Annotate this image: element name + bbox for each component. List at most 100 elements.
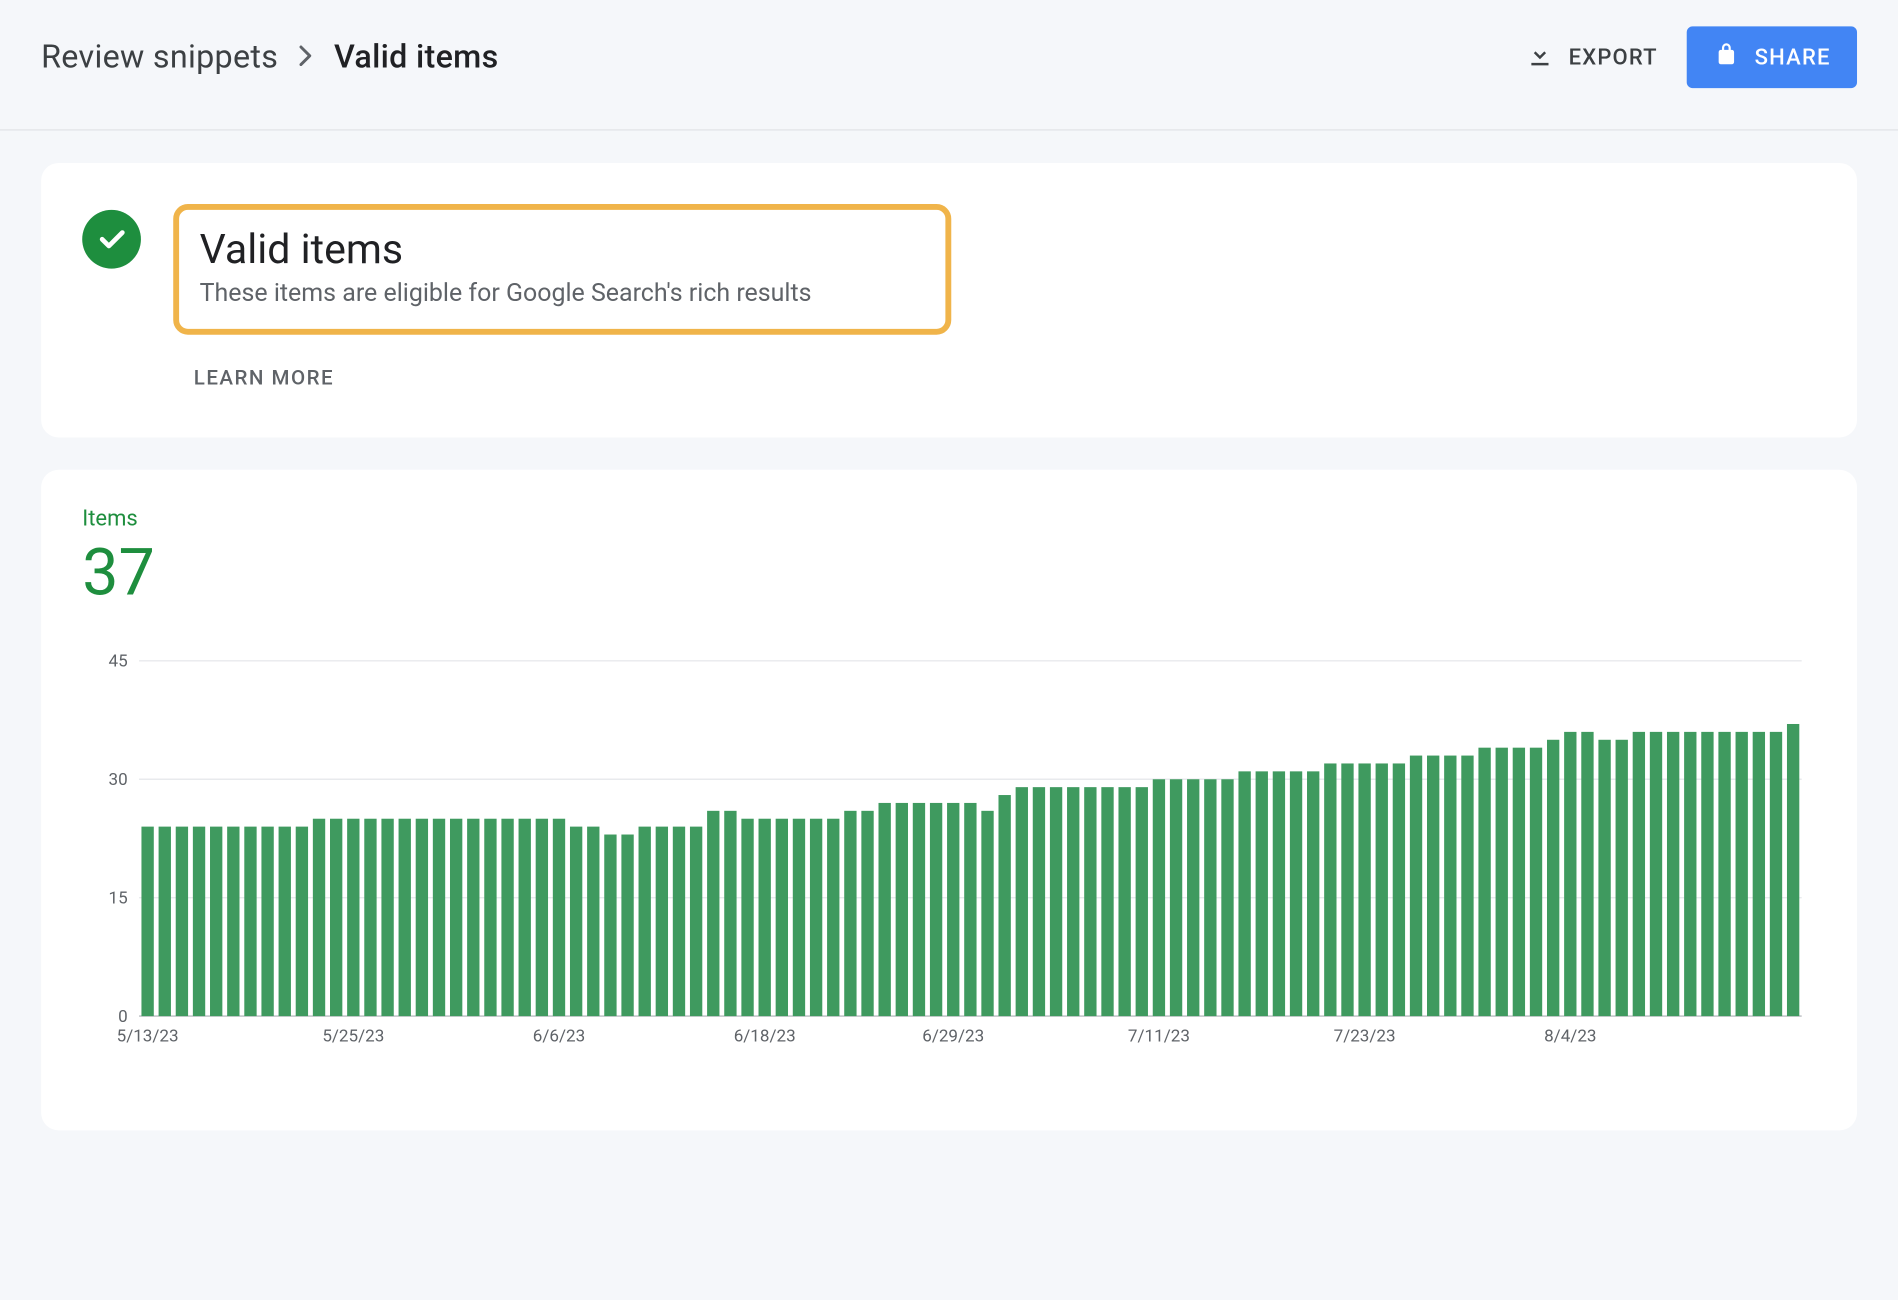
chart-bar	[313, 819, 325, 1016]
chart-bar	[947, 803, 959, 1016]
chart-bar	[1684, 732, 1696, 1016]
chart-bar	[1598, 740, 1610, 1016]
chart-bar	[1101, 787, 1113, 1016]
chart-bar	[793, 819, 805, 1016]
chart-bar	[1136, 787, 1148, 1016]
chart-bar	[1616, 740, 1628, 1016]
export-button[interactable]: EXPORT	[1525, 40, 1658, 75]
chart-bar	[193, 827, 205, 1016]
chart-bar	[896, 803, 908, 1016]
download-icon	[1525, 40, 1554, 75]
chart-bar	[467, 819, 479, 1016]
chart-bar	[1033, 787, 1045, 1016]
chart-bar	[1324, 763, 1336, 1016]
chart-bar	[1581, 732, 1593, 1016]
x-tick-label: 7/11/23	[1128, 1027, 1190, 1047]
chart-bar	[604, 835, 616, 1017]
breadcrumb-parent[interactable]: Review snippets	[41, 39, 278, 76]
chart-bar	[364, 819, 376, 1016]
x-tick-label: 6/6/23	[533, 1027, 585, 1047]
chart-bar	[1170, 779, 1182, 1016]
chart-bar	[656, 827, 668, 1016]
chart-bar	[1307, 771, 1319, 1016]
chart-bar	[639, 827, 651, 1016]
y-tick-label: 45	[109, 652, 128, 672]
status-card: Valid items These items are eligible for…	[41, 163, 1857, 438]
chart-bar	[1376, 763, 1388, 1016]
share-button[interactable]: SHARE	[1687, 26, 1857, 88]
chart-bar	[1650, 732, 1662, 1016]
chart-bar	[433, 819, 445, 1016]
learn-more-link[interactable]: LEARN MORE	[194, 367, 1816, 390]
chart-bar	[1547, 740, 1559, 1016]
chart-bar	[381, 819, 393, 1016]
chart-bar	[1787, 724, 1799, 1016]
chart-bar	[913, 803, 925, 1016]
chart-bar	[1427, 756, 1439, 1017]
breadcrumb-current: Valid items	[334, 39, 499, 76]
chart-bar	[570, 827, 582, 1016]
chart-card: Items 37 01530455/13/235/25/236/6/236/18…	[41, 470, 1857, 1131]
chart-bar	[673, 827, 685, 1016]
export-label: EXPORT	[1569, 44, 1658, 70]
chart-bar	[810, 819, 822, 1016]
chart-bar	[1530, 748, 1542, 1016]
chart-bar	[1753, 732, 1765, 1016]
chart-bar	[399, 819, 411, 1016]
y-tick-label: 30	[109, 770, 128, 790]
chart-bar	[776, 819, 788, 1016]
items-bar-chart: 01530455/13/235/25/236/6/236/18/236/29/2…	[82, 625, 1816, 1065]
chart-bar	[964, 803, 976, 1016]
chevron-right-icon	[299, 42, 314, 73]
chart-bar	[1221, 779, 1233, 1016]
chart-bar	[1256, 771, 1268, 1016]
x-tick-label: 8/4/23	[1544, 1027, 1596, 1047]
chart-bar	[587, 827, 599, 1016]
metric-value: 37	[82, 534, 1816, 610]
breadcrumb: Review snippets Valid items	[41, 39, 498, 76]
chart-bar	[1153, 779, 1165, 1016]
chart-bar	[484, 819, 496, 1016]
chart-bar	[1273, 771, 1285, 1016]
chart-bar	[501, 819, 513, 1016]
chart-bar	[1393, 763, 1405, 1016]
lock-icon	[1714, 41, 1740, 73]
chart-bar	[1701, 732, 1713, 1016]
chart-bar	[1067, 787, 1079, 1016]
chart-bar	[998, 795, 1010, 1016]
highlight-box: Valid items These items are eligible for…	[173, 204, 951, 335]
chart-bar	[1718, 732, 1730, 1016]
chart-bar	[1564, 732, 1576, 1016]
chart-bar	[347, 819, 359, 1016]
chart-bar	[1050, 787, 1062, 1016]
chart-bar	[707, 811, 719, 1016]
chart-bar	[1444, 756, 1456, 1017]
x-tick-label: 7/23/23	[1334, 1027, 1396, 1047]
x-tick-label: 6/29/23	[922, 1027, 984, 1047]
chart-bar	[1016, 787, 1028, 1016]
chart-bar	[690, 827, 702, 1016]
chart-bar	[827, 819, 839, 1016]
chart-bar	[416, 819, 428, 1016]
chart-bar	[244, 827, 256, 1016]
status-subtitle: These items are eligible for Google Sear…	[200, 279, 925, 308]
chart-bar	[981, 811, 993, 1016]
y-tick-label: 15	[109, 888, 128, 908]
chart-bar	[1358, 763, 1370, 1016]
chart-bar	[450, 819, 462, 1016]
chart-bar	[1770, 732, 1782, 1016]
y-tick-label: 0	[118, 1007, 128, 1027]
chart-bar	[930, 803, 942, 1016]
chart-bar	[261, 827, 273, 1016]
action-bar: EXPORT SHARE	[1525, 26, 1857, 88]
chart-bar	[1633, 732, 1645, 1016]
check-circle-icon	[82, 210, 141, 269]
x-tick-label: 5/25/23	[322, 1027, 384, 1047]
chart-bar	[296, 827, 308, 1016]
x-tick-label: 6/18/23	[734, 1027, 796, 1047]
topbar: Review snippets Valid items EXPORT SHARE	[0, 0, 1898, 131]
chart-bar	[1084, 787, 1096, 1016]
chart-bar	[741, 819, 753, 1016]
chart-bar	[1461, 756, 1473, 1017]
chart-bar	[1341, 763, 1353, 1016]
